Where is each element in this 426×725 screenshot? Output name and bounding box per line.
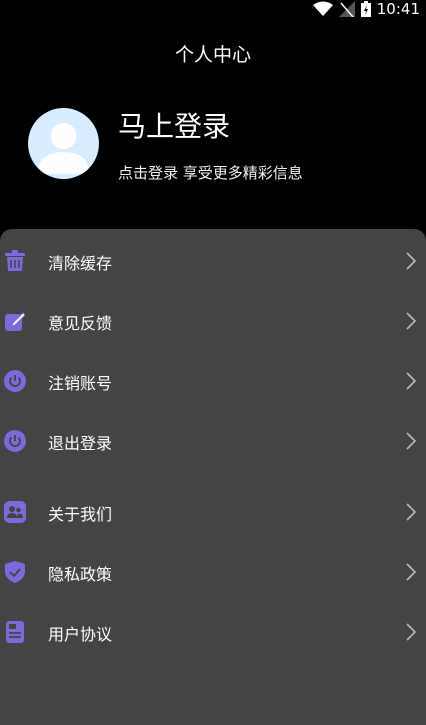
trash-icon (5, 250, 25, 271)
edit-icon (5, 312, 26, 331)
wifi-icon (312, 1, 333, 16)
chevron-right-icon (406, 312, 416, 330)
avatar[interactable] (28, 108, 99, 179)
menu-item-label: 意见反馈 (48, 314, 113, 333)
signal-icon (338, 1, 355, 17)
menu-item-user-agreement[interactable]: 用户协议 (0, 602, 426, 662)
status-time: 10:41 (376, 0, 420, 18)
menu-item-privacy-policy[interactable]: 隐私政策 (0, 542, 426, 602)
chevron-right-icon (406, 503, 416, 521)
login-title[interactable]: 马上登录 (118, 105, 230, 145)
menu-item-label: 注销账号 (48, 374, 113, 393)
page-title: 个人中心 (174, 44, 251, 66)
power-icon (4, 370, 26, 392)
chevron-right-icon (406, 432, 416, 450)
chevron-right-icon (406, 252, 416, 270)
people-icon (4, 501, 26, 523)
menu-item-feedback[interactable]: 意见反馈 (0, 291, 426, 351)
menu-item-label: 退出登录 (48, 434, 113, 453)
menu-item-clear-cache[interactable]: 清除缓存 (0, 231, 426, 291)
shield-icon (5, 561, 25, 583)
chevron-right-icon (406, 563, 416, 581)
menu-item-label: 用户协议 (48, 625, 113, 644)
menu-item-deactivate-account[interactable]: 注销账号 (0, 351, 426, 411)
battery-icon (360, 1, 371, 17)
menu-item-label: 清除缓存 (48, 254, 113, 273)
user-avatar-icon (38, 123, 89, 174)
status-bar: 10:41 (0, 0, 426, 18)
menu-panel: 清除缓存 意见反馈 注销账号 退出登录 关于我们 隐私政策 用户协议 (0, 229, 426, 725)
menu-item-logout[interactable]: 退出登录 (0, 411, 426, 471)
menu-item-label: 隐私政策 (48, 565, 113, 584)
menu-item-about-us[interactable]: 关于我们 (0, 482, 426, 542)
menu-item-label: 关于我们 (48, 505, 113, 524)
chevron-right-icon (406, 372, 416, 390)
document-icon (6, 621, 24, 643)
chevron-right-icon (406, 623, 416, 641)
power-icon (4, 430, 26, 452)
login-subtitle[interactable]: 点击登录 享受更多精彩信息 (118, 162, 303, 183)
